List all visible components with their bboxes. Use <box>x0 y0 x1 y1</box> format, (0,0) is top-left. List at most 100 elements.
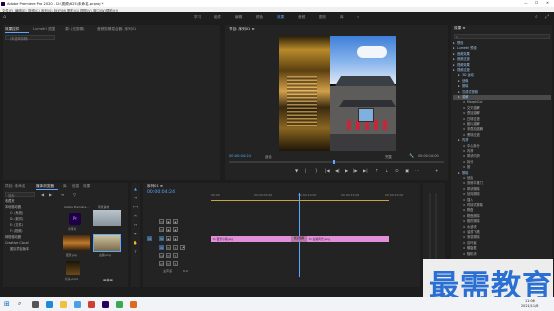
mute-button[interactable]: M <box>166 253 171 258</box>
tree-network-drives[interactable]: 网络驱动器 <box>5 235 21 240</box>
list-view-icon[interactable]: ≡ <box>61 192 64 197</box>
chrome-icon[interactable] <box>116 301 123 308</box>
track-a3-label[interactable]: A3 <box>159 261 164 266</box>
workspace-graphics[interactable]: 图形 <box>319 15 326 20</box>
step-back-icon[interactable]: ◀| <box>335 168 340 173</box>
lock-icon[interactable]: ▣ <box>166 219 171 224</box>
lock-icon[interactable]: ▣ <box>166 236 171 241</box>
clip-night-town[interactable]: fx 夜景小镇.jpg <box>211 236 291 242</box>
track-select-tool-icon[interactable]: ⇥ <box>133 196 138 201</box>
type-tool-icon[interactable]: T <box>133 250 138 255</box>
fit-select[interactable]: 适合 <box>265 154 272 159</box>
effects-item[interactable]: 双侧平推门 <box>453 181 483 186</box>
effects-folder[interactable]: 3D 运动 <box>453 73 474 78</box>
task-view-icon[interactable] <box>32 301 39 308</box>
settings-icon[interactable]: ⋯ <box>415 168 419 173</box>
effects-item[interactable]: 中心拆分 <box>453 144 480 149</box>
media-player-icon[interactable] <box>88 301 95 308</box>
mic-icon[interactable]: 🎤 <box>180 245 185 250</box>
master-volume-value[interactable]: 0.0 <box>183 269 188 273</box>
program-playhead[interactable] <box>333 160 335 164</box>
workspace-assembly[interactable]: 组件 <box>214 15 221 20</box>
effects-folder[interactable]: Lumetri 预设 <box>453 46 477 51</box>
track-v1-label[interactable]: V1 <box>159 236 164 241</box>
tree-drive-e[interactable]: E: (文件) <box>10 223 23 228</box>
media-thumb-5[interactable] <box>66 261 80 275</box>
mute-button[interactable]: M <box>166 261 171 266</box>
effects-item[interactable]: 楔形擦除 <box>453 219 480 224</box>
effects-search[interactable]: ⌕ <box>454 34 550 39</box>
effects-item[interactable]: 渐变擦除 <box>453 235 480 240</box>
search-icon[interactable]: ⌕ <box>535 14 538 20</box>
effects-folder[interactable]: 擦除 <box>453 84 468 89</box>
solo-button[interactable]: S <box>173 261 178 266</box>
export-frame-icon[interactable]: ⊙ <box>395 168 399 173</box>
track-v3-label[interactable]: V3 <box>159 219 164 224</box>
maximize-button[interactable]: ☐ <box>535 1 538 5</box>
tab-libraries[interactable]: 库 <box>63 184 67 189</box>
solo-button[interactable]: S <box>173 253 178 258</box>
track-a2-label[interactable]: A2 <box>159 253 164 258</box>
effects-folder[interactable]: 沉浸式视频 <box>453 90 478 95</box>
effects-folder[interactable]: 内滑 <box>453 138 468 143</box>
media-thumb-1[interactable]: Pr <box>69 213 81 225</box>
lift-icon[interactable]: ⇡ <box>375 168 379 173</box>
eye-icon[interactable]: ◉ <box>173 219 178 224</box>
tree-drive-d[interactable]: D: (软件) <box>10 217 23 222</box>
tree-team-projects[interactable]: 团队项目版本 <box>10 247 29 252</box>
effects-title[interactable]: 效果 ≡ <box>454 26 465 31</box>
tree-local-drives[interactable]: 本地驱动器 <box>5 205 21 210</box>
step-forward-icon[interactable]: |▶ <box>353 168 358 173</box>
effects-folder[interactable]: 视频效果 <box>453 63 470 68</box>
effects-item[interactable]: MorphCut <box>453 100 483 105</box>
mark-out-icon[interactable]: | <box>305 168 306 173</box>
program-monitor-title[interactable]: 节目: 序列01 ≡ <box>229 27 254 32</box>
clip-ancient-town[interactable]: fx 古镇风光.png <box>307 236 389 242</box>
more-workspaces-button[interactable]: » <box>357 15 359 19</box>
edge-icon[interactable] <box>46 301 53 308</box>
effects-folder[interactable]: 擦除 <box>453 171 468 176</box>
source-patch-v1[interactable]: V1 <box>147 236 152 241</box>
effects-item[interactable]: 非叠加溶解 <box>453 127 483 132</box>
wrench-icon[interactable]: 🔧 <box>409 153 414 158</box>
program-timecode[interactable]: 00:00:04:24 <box>229 154 251 158</box>
minimize-button[interactable]: — <box>524 1 528 5</box>
effects-item[interactable]: 带状内滑 <box>453 154 480 159</box>
effects-item[interactable]: 白场过渡 <box>453 117 480 122</box>
explorer-icon[interactable] <box>60 301 67 308</box>
effects-item[interactable]: 推 <box>453 165 470 170</box>
timeline-timecode[interactable]: 00:00:04:24 <box>147 190 175 195</box>
add-button-icon[interactable]: + <box>435 168 439 173</box>
mark-clip-icon[interactable]: } <box>315 168 318 173</box>
fullscreen-icon[interactable]: ⤢ <box>545 14 549 20</box>
track-a1-label[interactable]: A1 <box>159 245 164 250</box>
tab-lumetri-scopes[interactable]: Lumetri 范围 <box>33 27 55 32</box>
tab-info[interactable]: 信息 <box>72 184 79 189</box>
extract-icon[interactable]: ⇣ <box>385 168 389 173</box>
workspace-editing[interactable]: 编辑 <box>235 15 242 20</box>
tree-drive-f[interactable]: F: (视频) <box>10 229 23 234</box>
work-area-bar[interactable] <box>211 200 389 201</box>
mark-in-icon[interactable]: ▼ <box>295 168 298 173</box>
eye-icon[interactable]: ◉ <box>173 227 178 232</box>
workspace-audio[interactable]: 音频 <box>298 15 305 20</box>
zoom-slider-icon[interactable]: ▬◉▬ <box>103 278 113 282</box>
tree-creative-cloud[interactable]: Creative Cloud <box>5 241 28 246</box>
premiere-taskbar-icon[interactable] <box>102 301 109 308</box>
hand-tool-icon[interactable]: ✋ <box>133 241 138 246</box>
effects-folder[interactable]: 音频过渡 <box>453 57 470 62</box>
transition-cross-dissolve[interactable]: 交叉溶解 <box>291 236 307 242</box>
ripple-edit-tool-icon[interactable]: ⟷ <box>133 205 138 210</box>
app-icon[interactable] <box>130 301 137 308</box>
timeline-playhead[interactable] <box>299 193 300 277</box>
workspace-color[interactable]: 颜色 <box>256 15 263 20</box>
filter-icon[interactable]: ▽ <box>73 192 76 197</box>
compare-icon[interactable]: ▣ <box>405 168 409 173</box>
home-icon[interactable]: ⌂ <box>3 14 6 20</box>
go-to-in-icon[interactable]: |◀ <box>325 168 330 173</box>
eye-icon[interactable]: ◉ <box>173 236 178 241</box>
media-thumb-4[interactable] <box>93 234 121 252</box>
pen-tool-icon[interactable]: ✒ <box>133 232 138 237</box>
effects-item[interactable]: 叠加溶解 <box>453 111 480 116</box>
forward-icon[interactable]: ▶ <box>49 192 52 197</box>
